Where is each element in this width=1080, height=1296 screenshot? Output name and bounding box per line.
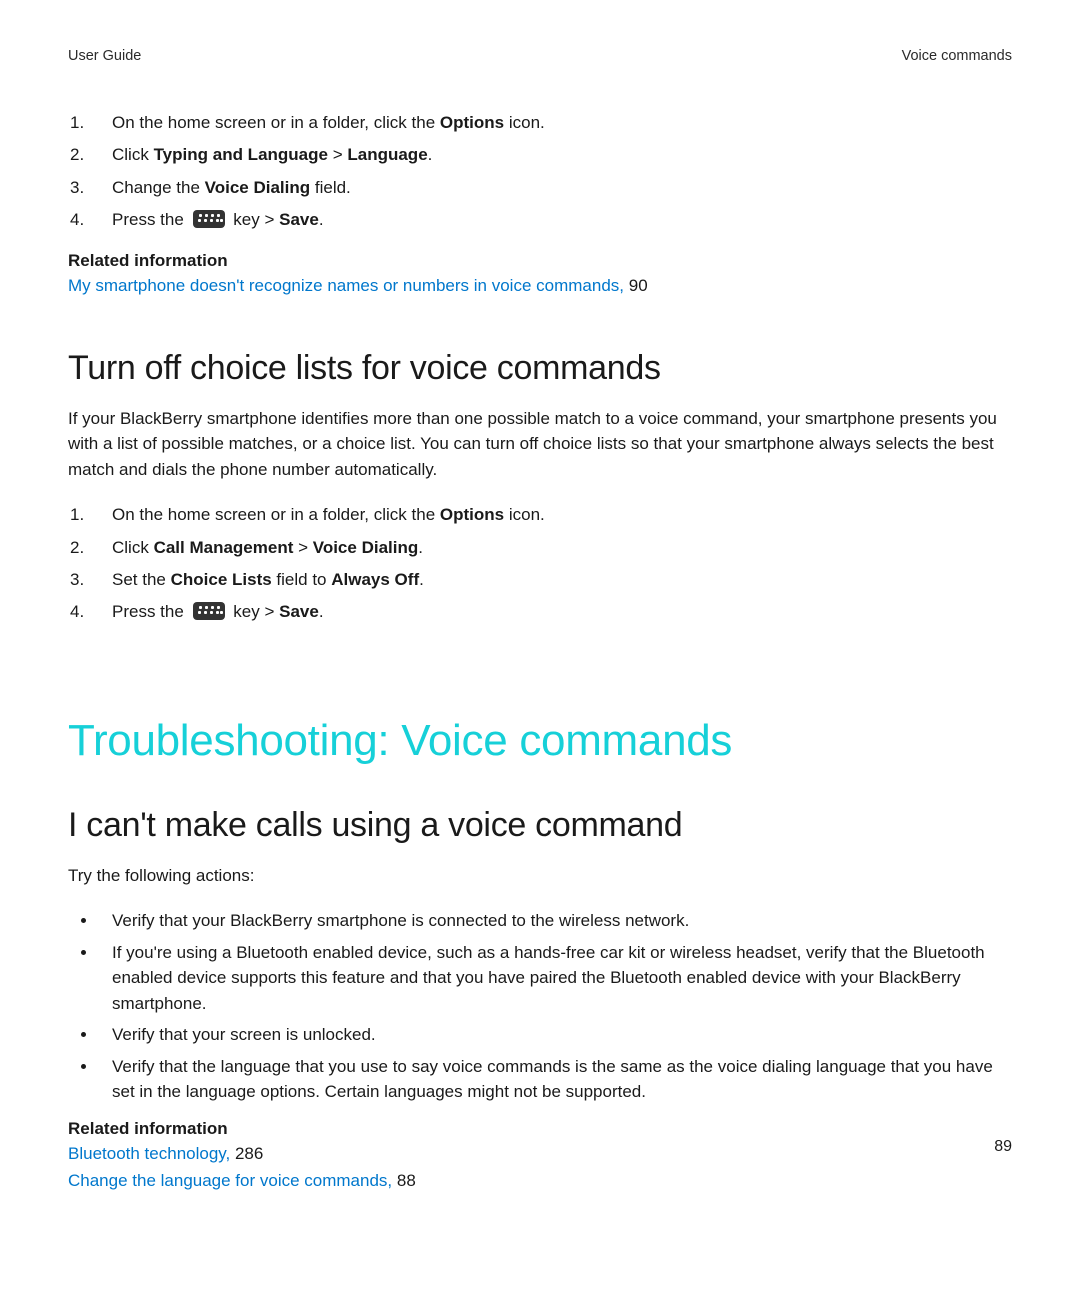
list-item: Change the Voice Dialing field. — [68, 175, 1012, 201]
list-item: Verify that your BlackBerry smartphone i… — [98, 908, 1012, 934]
header-right: Voice commands — [902, 48, 1012, 64]
step-text: Set the — [112, 570, 171, 589]
step-bold: Typing and Language — [154, 145, 328, 164]
step-text: On the home screen or in a folder, click… — [112, 113, 440, 132]
list-item: Click Call Management > Voice Dialing. — [68, 535, 1012, 561]
step-text: . — [319, 210, 324, 229]
related-link[interactable]: Change the language for voice commands, — [68, 1171, 392, 1190]
related-link[interactable]: My smartphone doesn't recognize names or… — [68, 276, 624, 295]
step-text: key > — [229, 602, 280, 621]
step-text: Click — [112, 145, 154, 164]
related-heading: Related information — [68, 1119, 1012, 1139]
step-bold: Language — [347, 145, 427, 164]
section-heading: I can't make calls using a voice command — [68, 806, 1012, 845]
troubleshoot-bullets: Verify that your BlackBerry smartphone i… — [68, 908, 1012, 1105]
list-item: Press the key > Save. — [68, 599, 1012, 625]
list-item: Verify that the language that you use to… — [98, 1054, 1012, 1105]
step-text: icon. — [504, 505, 545, 524]
step-bold: Choice Lists — [171, 570, 272, 589]
step-text: key > — [229, 210, 280, 229]
list-item: Press the key > Save. — [68, 207, 1012, 233]
step-text: Press the — [112, 602, 189, 621]
step-text: Press the — [112, 210, 189, 229]
related-link-row: My smartphone doesn't recognize names or… — [68, 273, 1012, 299]
page-number: 89 — [994, 1138, 1012, 1156]
chapter-heading: Troubleshooting: Voice commands — [68, 716, 1012, 766]
section-heading: Turn off choice lists for voice commands — [68, 349, 1012, 388]
related-page-ref: 90 — [624, 276, 648, 295]
step-text: field to — [272, 570, 332, 589]
step-text: > — [328, 145, 347, 164]
related-heading: Related information — [68, 251, 1012, 271]
menu-key-icon — [193, 602, 225, 620]
list-item: On the home screen or in a folder, click… — [68, 110, 1012, 136]
step-bold: Options — [440, 505, 504, 524]
section-lead: Try the following actions: — [68, 863, 1012, 889]
step-text: Click — [112, 538, 154, 557]
list-item: Click Typing and Language > Language. — [68, 142, 1012, 168]
step-bold: Voice Dialing — [313, 538, 419, 557]
header-left: User Guide — [68, 48, 141, 64]
step-bold: Options — [440, 113, 504, 132]
step-text: . — [419, 570, 424, 589]
step-bold: Save — [279, 602, 319, 621]
list-item: Set the Choice Lists field to Always Off… — [68, 567, 1012, 593]
section1-steps-list: On the home screen or in a folder, click… — [68, 502, 1012, 625]
step-bold: Always Off — [331, 570, 419, 589]
step-bold: Save — [279, 210, 319, 229]
page: User Guide Voice commands On the home sc… — [0, 0, 1080, 1194]
step-bold: Call Management — [154, 538, 294, 557]
list-item: Verify that your screen is unlocked. — [98, 1022, 1012, 1048]
list-item: If you're using a Bluetooth enabled devi… — [98, 940, 1012, 1017]
step-text: . — [418, 538, 423, 557]
related-link[interactable]: Bluetooth technology, — [68, 1144, 230, 1163]
step-text: field. — [310, 178, 351, 197]
running-header: User Guide Voice commands — [68, 48, 1012, 64]
step-text: Change the — [112, 178, 205, 197]
intro-steps-list: On the home screen or in a folder, click… — [68, 110, 1012, 233]
related-link-row: Bluetooth technology, 286 — [68, 1141, 1012, 1167]
section-body: If your BlackBerry smartphone identifies… — [68, 406, 1012, 483]
step-text: . — [428, 145, 433, 164]
step-text: icon. — [504, 113, 545, 132]
step-text: On the home screen or in a folder, click… — [112, 505, 440, 524]
list-item: On the home screen or in a folder, click… — [68, 502, 1012, 528]
related-link-row: Change the language for voice commands, … — [68, 1168, 1012, 1194]
step-bold: Voice Dialing — [205, 178, 311, 197]
step-text: > — [293, 538, 312, 557]
menu-key-icon — [193, 210, 225, 228]
related-page-ref: 88 — [392, 1171, 416, 1190]
related-page-ref: 286 — [230, 1144, 263, 1163]
step-text: . — [319, 602, 324, 621]
